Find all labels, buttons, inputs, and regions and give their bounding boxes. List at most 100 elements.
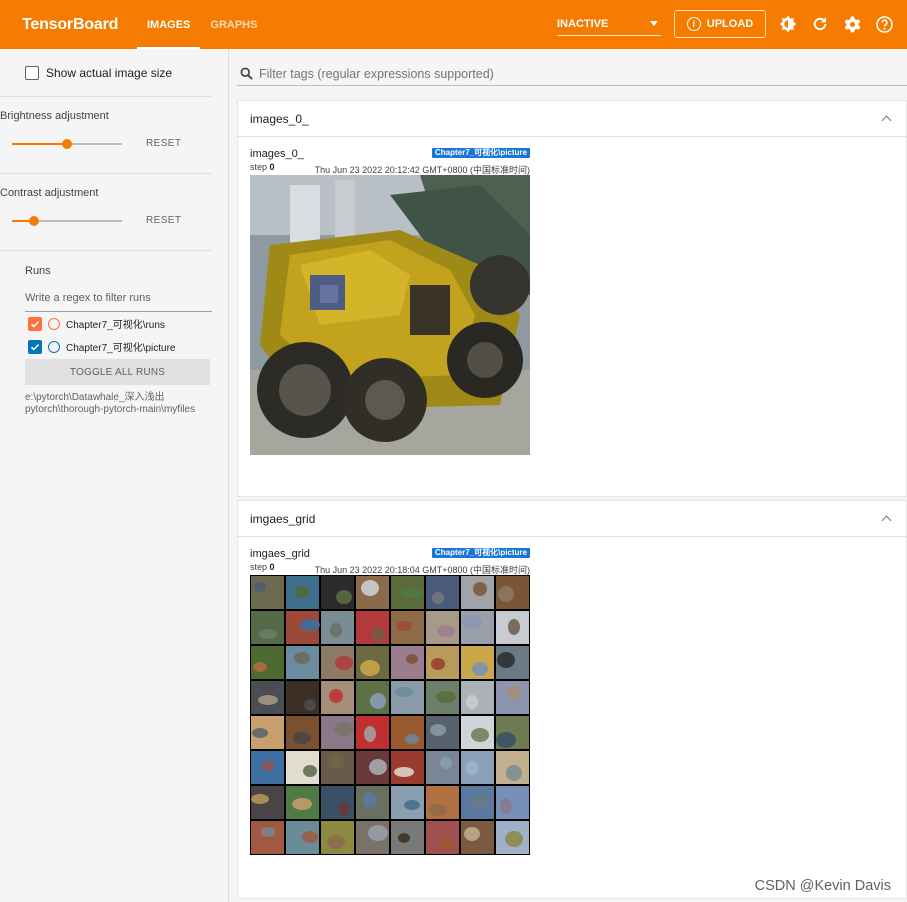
tag-card-header[interactable]: imgaes_grid: [238, 501, 906, 537]
grid-thumbnail-subject: [429, 804, 447, 816]
grid-thumbnail-subject: [368, 825, 388, 841]
grid-thumbnail: [251, 576, 284, 609]
grid-thumbnail-subject: [327, 835, 345, 849]
caret-down-icon: [650, 21, 658, 26]
top-app-bar: TensorBoard IMAGES GRAPHS INACTIVE i UPL…: [0, 0, 907, 49]
grid-thumbnail-subject: [292, 798, 312, 810]
run-color-swatch: [48, 317, 60, 330]
grid-thumbnail-subject: [369, 759, 387, 775]
truck-image[interactable]: [250, 175, 530, 455]
grid-thumbnail-subject: [404, 800, 420, 810]
grid-thumbnail-subject: [335, 656, 353, 670]
grid-thumbnail-subject: [295, 586, 309, 598]
grid-thumbnail-subject: [466, 695, 478, 709]
contrast-reset-button[interactable]: RESET: [146, 215, 181, 226]
grid-thumbnail-subject: [498, 586, 514, 602]
grid-thumbnail-subject: [334, 722, 354, 736]
contrast-slider-thumb[interactable]: [29, 216, 39, 226]
tag-filter[interactable]: Filter tags (regular expressions support…: [237, 62, 907, 86]
show-actual-size-checkbox[interactable]: [25, 65, 39, 80]
grid-thumbnail-subject: [336, 590, 352, 604]
grid-thumbnail-subject: [398, 833, 410, 843]
run-chip: Chapter7_可视化\picture: [431, 148, 530, 158]
image-tile: images_0_ Chapter7_可视化\picture step 0 Th…: [250, 148, 530, 455]
info-icon: i: [686, 17, 701, 31]
app-title[interactable]: TensorBoard: [22, 16, 137, 34]
grid-thumbnail-subject: [496, 732, 516, 748]
grid-thumbnail-subject: [361, 580, 379, 596]
brightness-adjustment: Brightness adjustment RESET: [0, 97, 212, 174]
grid-thumbnail-subject: [465, 761, 479, 775]
show-actual-size-option[interactable]: Show actual image size: [0, 49, 212, 97]
plugin-select-value: INACTIVE: [557, 17, 609, 30]
grid-thumbnail-subject: [251, 794, 269, 804]
grid-thumbnail-subject: [402, 588, 422, 598]
tab-images[interactable]: IMAGES: [137, 0, 201, 49]
brightness-slider-fill: [12, 143, 67, 145]
toggle-all-runs-button[interactable]: TOGGLE ALL RUNS: [25, 359, 210, 385]
brightness-reset-button[interactable]: RESET: [146, 138, 181, 149]
tag-card-title: images_0_: [250, 111, 309, 126]
upload-label: UPLOAD: [706, 18, 754, 30]
grid-thumbnail: [391, 716, 424, 749]
grid-thumbnail-subject: [472, 662, 488, 676]
show-actual-size-label: Show actual image size: [46, 65, 173, 80]
grid-thumbnail-subject: [329, 689, 343, 703]
grid-thumbnail-subject: [293, 732, 311, 744]
grid-thumbnail-subject: [360, 660, 380, 676]
grid-thumbnail-subject: [464, 827, 480, 841]
grid-thumbnail-subject: [258, 695, 278, 705]
image-tile-tag: images_0_: [250, 148, 304, 160]
grid-thumbnail-subject: [262, 761, 274, 771]
log-directory: e:\pytorch\Datawhale_深入浅出pytorch\thoroug…: [25, 392, 196, 415]
grid-thumbnail-subject: [436, 691, 456, 703]
tag-filter-placeholder: Filter tags (regular expressions support…: [259, 66, 494, 81]
grid-thumbnail-subject: [371, 627, 385, 643]
grid-thumbnail-subject: [439, 837, 453, 849]
tag-card-title: imgaes_grid: [250, 511, 316, 526]
upload-button[interactable]: i UPLOAD: [674, 10, 766, 38]
chevron-up-icon[interactable]: [881, 115, 892, 126]
grid-thumbnail-subject: [505, 831, 523, 847]
grid-thumbnail: [391, 681, 424, 714]
image-grid[interactable]: [250, 575, 530, 855]
run-checkbox[interactable]: [28, 316, 42, 331]
grid-thumbnail-subject: [302, 831, 318, 843]
grid-thumbnail-subject: [300, 619, 320, 631]
image-step: step 0: [250, 562, 275, 572]
settings-gear-icon[interactable]: [842, 14, 862, 34]
run-item[interactable]: Chapter7_可视化\runs: [28, 312, 228, 335]
run-regex-input[interactable]: Write a regex to filter runs: [25, 290, 212, 312]
brightness-toggle-icon[interactable]: [778, 14, 798, 34]
grid-thumbnail-subject: [506, 765, 522, 781]
grid-thumbnail-subject: [363, 792, 377, 808]
tag-card: images_0_ images_0_ Chapter7_可视化\picture…: [237, 100, 907, 497]
tag-card-header[interactable]: images_0_: [238, 101, 906, 137]
grid-thumbnail-subject: [396, 621, 412, 631]
plugin-select[interactable]: INACTIVE: [557, 14, 661, 36]
grid-thumbnail-subject: [338, 802, 350, 816]
grid-thumbnail-subject: [432, 592, 444, 604]
grid-thumbnail: [251, 821, 284, 854]
reload-icon[interactable]: [810, 14, 830, 34]
help-icon[interactable]: [874, 14, 894, 34]
tag-card: imgaes_grid imgaes_grid Chapter7_可视化\pic…: [237, 500, 907, 899]
grid-thumbnail-subject: [440, 757, 452, 769]
grid-thumbnail: [461, 681, 494, 714]
run-item[interactable]: Chapter7_可视化\picture: [28, 335, 228, 358]
brightness-slider[interactable]: [12, 139, 122, 149]
grid-thumbnail-subject: [497, 652, 515, 668]
runs-title: Runs: [25, 265, 51, 277]
contrast-slider[interactable]: [12, 216, 122, 226]
tab-graphs[interactable]: GRAPHS: [200, 0, 267, 49]
grid-thumbnail-subject: [470, 794, 490, 808]
brightness-slider-thumb[interactable]: [62, 139, 72, 149]
chevron-up-icon[interactable]: [881, 515, 892, 526]
grid-thumbnail: [251, 646, 284, 679]
grid-thumbnail-subject: [500, 798, 512, 814]
image-tile-tag: imgaes_grid: [250, 548, 310, 560]
run-checkbox[interactable]: [28, 339, 42, 354]
image-step: step 0: [250, 162, 275, 172]
grid-thumbnail-subject: [473, 582, 487, 596]
run-name: Chapter7_可视化\picture: [66, 343, 176, 354]
